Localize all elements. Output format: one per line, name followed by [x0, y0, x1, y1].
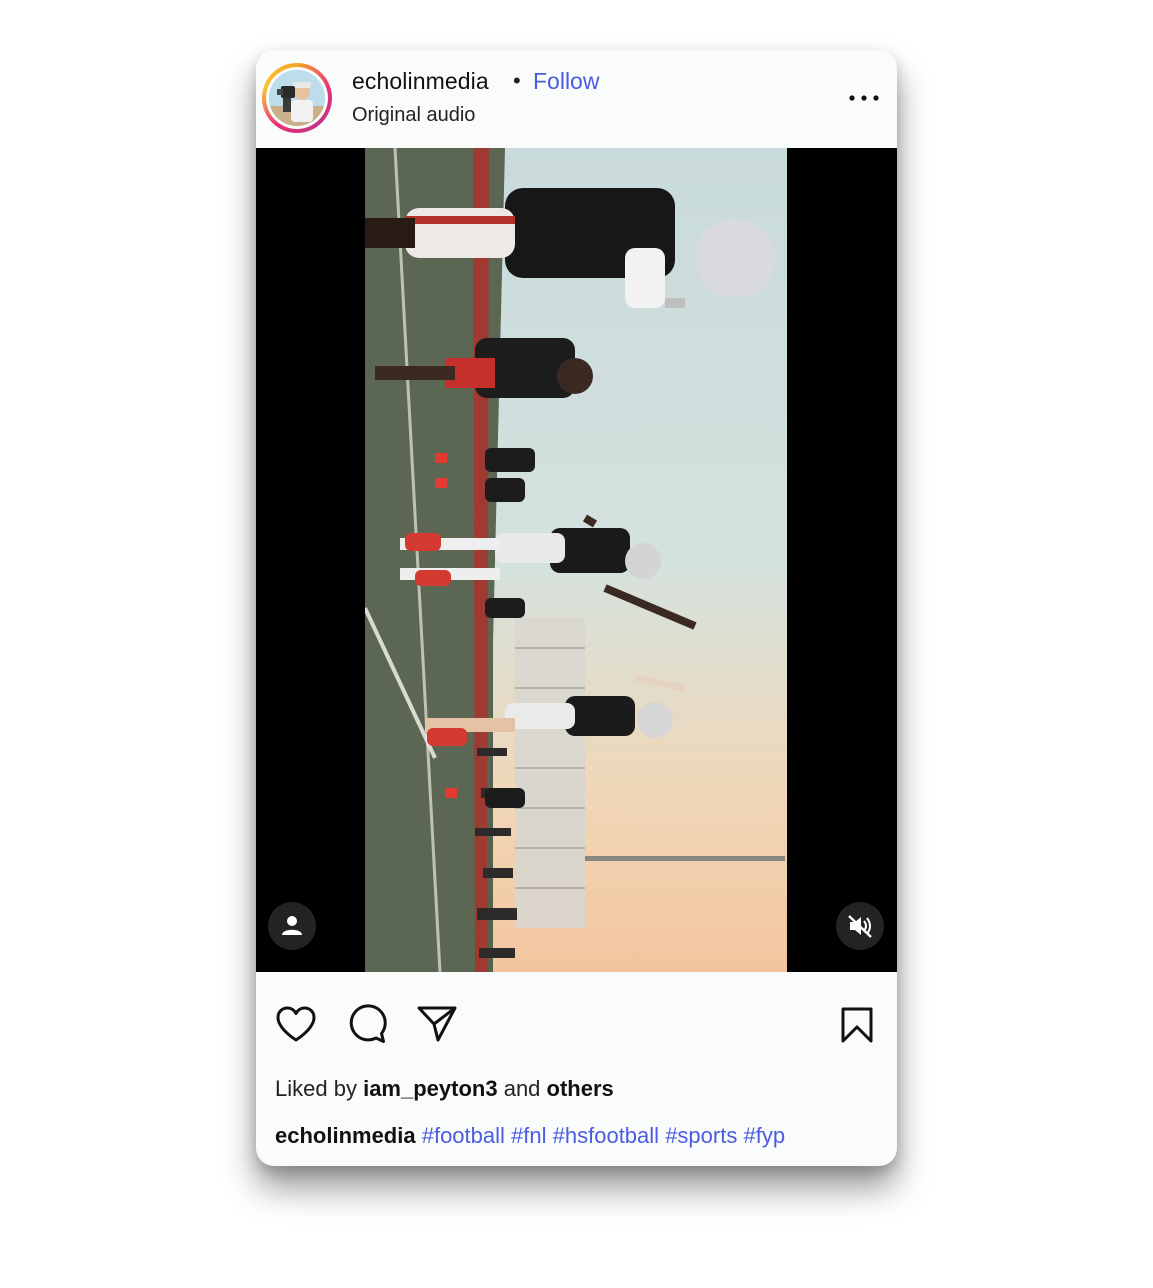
mute-toggle-button[interactable] [836, 902, 884, 950]
muted-speaker-icon [848, 915, 872, 938]
heart-icon[interactable] [275, 1005, 317, 1048]
comment-bubble-icon[interactable] [345, 1003, 387, 1050]
hashtag[interactable]: #sports [665, 1123, 737, 1148]
more-options-icon[interactable] [846, 86, 882, 110]
liked-by-user[interactable]: iam_peyton3 [363, 1076, 498, 1101]
post-card: echolinmedia • Follow Original audio Lik… [256, 50, 897, 1166]
person-icon [282, 916, 302, 935]
paper-plane-icon[interactable] [416, 1004, 458, 1049]
likes-middle: and [503, 1076, 541, 1101]
separator-dot: • [513, 68, 521, 93]
likes-prefix: Liked by [275, 1076, 357, 1101]
post-username[interactable]: echolinmedia [352, 68, 489, 95]
likes-others[interactable]: others [547, 1076, 614, 1101]
avatar-photo [269, 70, 325, 126]
profile-photo-illustration [269, 70, 325, 126]
video-player[interactable] [256, 148, 897, 972]
likes-summary: Liked by iam_peyton3 and others [275, 1076, 614, 1102]
hashtag[interactable]: #fyp [743, 1123, 785, 1148]
post-caption: echolinmedia #football #fnl #hsfootball … [275, 1123, 785, 1149]
avatar[interactable] [262, 63, 332, 133]
bookmark-icon[interactable] [840, 1006, 874, 1049]
post-header: echolinmedia • Follow Original audio [256, 50, 897, 148]
hashtag[interactable]: #hsfootball [553, 1123, 659, 1148]
audio-label[interactable]: Original audio [352, 104, 475, 127]
tag-people-button[interactable] [268, 902, 316, 950]
post-actions: Liked by iam_peyton3 and others echolinm… [256, 972, 897, 1166]
hashtag[interactable]: #football [422, 1123, 505, 1148]
football-scene-illustration [365, 148, 787, 972]
caption-username[interactable]: echolinmedia [275, 1123, 416, 1148]
hashtag[interactable]: #fnl [511, 1123, 546, 1148]
follow-button[interactable]: Follow [533, 68, 599, 95]
video-frame [365, 148, 787, 972]
